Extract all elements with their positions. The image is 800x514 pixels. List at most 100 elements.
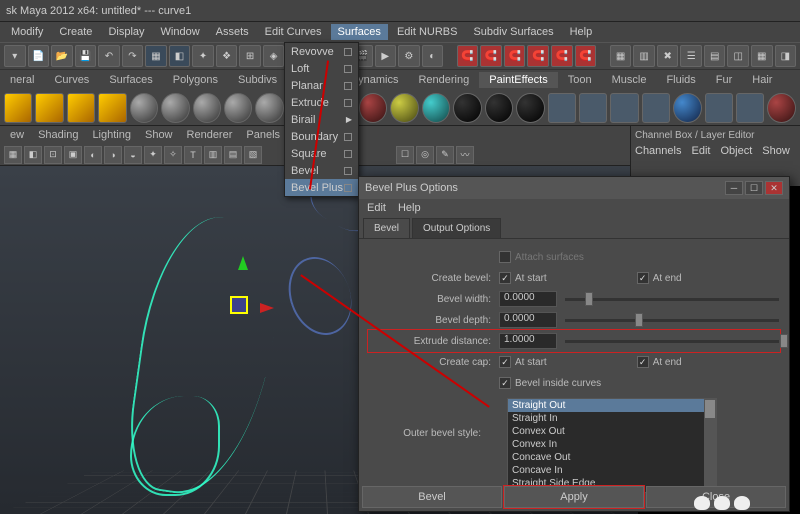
vp-menu-show[interactable]: Show <box>139 128 179 142</box>
new-icon[interactable]: 📄 <box>28 45 50 67</box>
list-item[interactable]: Convex Out <box>508 425 716 438</box>
tool-button[interactable]: ◨ <box>775 45 797 67</box>
cap-at-start-checkbox[interactable]: ✓ <box>499 356 511 368</box>
tab-bevel[interactable]: Bevel <box>363 218 410 238</box>
attach-surfaces-checkbox[interactable] <box>499 251 511 263</box>
shelf-tool-icon[interactable] <box>642 93 670 123</box>
render-settings-icon[interactable]: ⚙ <box>398 45 420 67</box>
vp-menu-shading[interactable]: Shading <box>32 128 84 142</box>
vp-tool-icon[interactable]: ⊡ <box>44 146 62 164</box>
menu-edit-nurbs[interactable]: Edit NURBS <box>390 24 465 40</box>
shelf-tab-fur[interactable]: Fur <box>706 72 743 88</box>
snap-icon[interactable]: ◧ <box>169 45 191 67</box>
shelf-sphere-icon[interactable] <box>193 93 221 123</box>
dialog-minimize-icon[interactable]: ─ <box>725 181 743 195</box>
shelf-tool-icon[interactable] <box>736 93 764 123</box>
vp-tool-icon[interactable]: ▤ <box>224 146 242 164</box>
bevel-button[interactable]: Bevel <box>362 486 502 508</box>
vp-tool-icon[interactable]: ▣ <box>64 146 82 164</box>
vp-tool-icon[interactable]: ◑ <box>104 146 122 164</box>
shelf-arrow-icon[interactable] <box>67 93 95 123</box>
slider-thumb-icon[interactable] <box>635 313 643 327</box>
shelf-material-icon[interactable] <box>359 93 387 123</box>
at-start-checkbox[interactable]: ✓ <box>499 272 511 284</box>
vp-menu-renderer[interactable]: Renderer <box>181 128 239 142</box>
shelf-tab-subdivs[interactable]: Subdivs <box>228 72 287 88</box>
magnet-icon[interactable]: 🧲 <box>551 45 573 67</box>
outer-bevel-style-list[interactable]: Straight OutStraight InConvex OutConvex … <box>507 398 717 493</box>
curve-object[interactable] <box>278 248 362 344</box>
menu-item-square[interactable]: Square <box>285 145 358 162</box>
shelf-sphere-icon[interactable] <box>130 93 158 123</box>
shelf-tab-polygons[interactable]: Polygons <box>163 72 228 88</box>
dialog-menu-help[interactable]: Help <box>398 202 421 214</box>
tool-button[interactable]: ☰ <box>680 45 702 67</box>
extrude-distance-input[interactable]: 1.0000 <box>499 333 557 349</box>
cb-tab-show[interactable]: Show <box>762 145 790 157</box>
magnet-icon[interactable]: 🧲 <box>504 45 526 67</box>
tool-button[interactable]: ✦ <box>192 45 214 67</box>
shelf-tab-surfaces[interactable]: Surfaces <box>99 72 162 88</box>
shelf-tool-icon[interactable] <box>579 93 607 123</box>
menu-window[interactable]: Window <box>154 24 207 40</box>
shelf-tab-hair[interactable]: Hair <box>742 72 782 88</box>
shelf-material-icon[interactable] <box>485 93 513 123</box>
tool-button[interactable]: ⊞ <box>239 45 261 67</box>
bevel-depth-slider[interactable] <box>565 319 779 322</box>
scrollbar-thumb-icon[interactable] <box>705 400 715 418</box>
option-box-icon[interactable] <box>344 82 352 90</box>
shelf-tool-icon[interactable] <box>610 93 638 123</box>
cap-at-end-checkbox[interactable]: ✓ <box>637 356 649 368</box>
vp-menu-lighting[interactable]: Lighting <box>86 128 137 142</box>
apply-button[interactable]: Apply <box>504 486 644 508</box>
option-box-icon[interactable] <box>344 65 352 73</box>
list-item[interactable]: Concave Out <box>508 451 716 464</box>
menu-edit-curves[interactable]: Edit Curves <box>258 24 329 40</box>
menu-item-planar[interactable]: Planar <box>285 77 358 94</box>
option-box-icon[interactable] <box>344 99 352 107</box>
shelf-tab-painteffects[interactable]: PaintEffects <box>479 72 558 88</box>
select-icon[interactable]: ▦ <box>145 45 167 67</box>
gizmo-x-axis-icon[interactable] <box>260 303 274 313</box>
shelf-tab-fluids[interactable]: Fluids <box>656 72 705 88</box>
menu-item-loft[interactable]: Loft <box>285 60 358 77</box>
open-icon[interactable]: 📂 <box>51 45 73 67</box>
menu-item-bevel-plus[interactable]: Bevel Plus <box>285 179 358 196</box>
shelf-arrow-icon[interactable] <box>4 93 32 123</box>
bevel-inside-checkbox[interactable]: ✓ <box>499 377 511 389</box>
menu-item-revovve[interactable]: Revovve <box>285 43 358 60</box>
vp-tool-icon[interactable]: T <box>184 146 202 164</box>
shelf-arrow-icon[interactable] <box>98 93 126 123</box>
tool-button[interactable]: ▾ <box>4 45 26 67</box>
option-box-icon[interactable] <box>344 48 352 56</box>
shelf-tab-toon[interactable]: Toon <box>558 72 602 88</box>
magnet-icon[interactable]: 🧲 <box>575 45 597 67</box>
tool-button[interactable]: ▦ <box>610 45 632 67</box>
list-item[interactable]: Straight Out <box>508 399 716 412</box>
option-box-icon[interactable] <box>344 167 352 175</box>
menu-help[interactable]: Help <box>563 24 600 40</box>
tab-output-options[interactable]: Output Options <box>412 218 501 238</box>
dialog-close-icon[interactable]: ✕ <box>765 181 783 195</box>
save-icon[interactable]: 💾 <box>75 45 97 67</box>
menu-item-boundary[interactable]: Boundary <box>285 128 358 145</box>
scrollbar[interactable] <box>704 399 716 492</box>
dialog-menu-edit[interactable]: Edit <box>367 202 386 214</box>
shelf-material-icon[interactable] <box>390 93 418 123</box>
shelf-arrow-icon[interactable] <box>35 93 63 123</box>
vp-tool-icon[interactable]: ▧ <box>244 146 262 164</box>
tool-button[interactable]: ◫ <box>727 45 749 67</box>
vp-tool-icon[interactable]: ◒ <box>124 146 142 164</box>
ipr-icon[interactable]: ▶ <box>375 45 397 67</box>
list-item[interactable]: Convex In <box>508 438 716 451</box>
menu-assets[interactable]: Assets <box>209 24 256 40</box>
tool-button[interactable]: ▦ <box>751 45 773 67</box>
shelf-tab-neral[interactable]: neral <box>0 72 44 88</box>
menu-surfaces[interactable]: Surfaces <box>331 24 388 40</box>
slider-thumb-icon[interactable] <box>780 334 788 348</box>
shelf-material-icon[interactable] <box>422 93 450 123</box>
redo-icon[interactable]: ↷ <box>122 45 144 67</box>
shelf-tool-icon[interactable] <box>767 93 795 123</box>
cb-tab-object[interactable]: Object <box>720 145 752 157</box>
vp-tool-icon[interactable]: ✎ <box>436 146 454 164</box>
